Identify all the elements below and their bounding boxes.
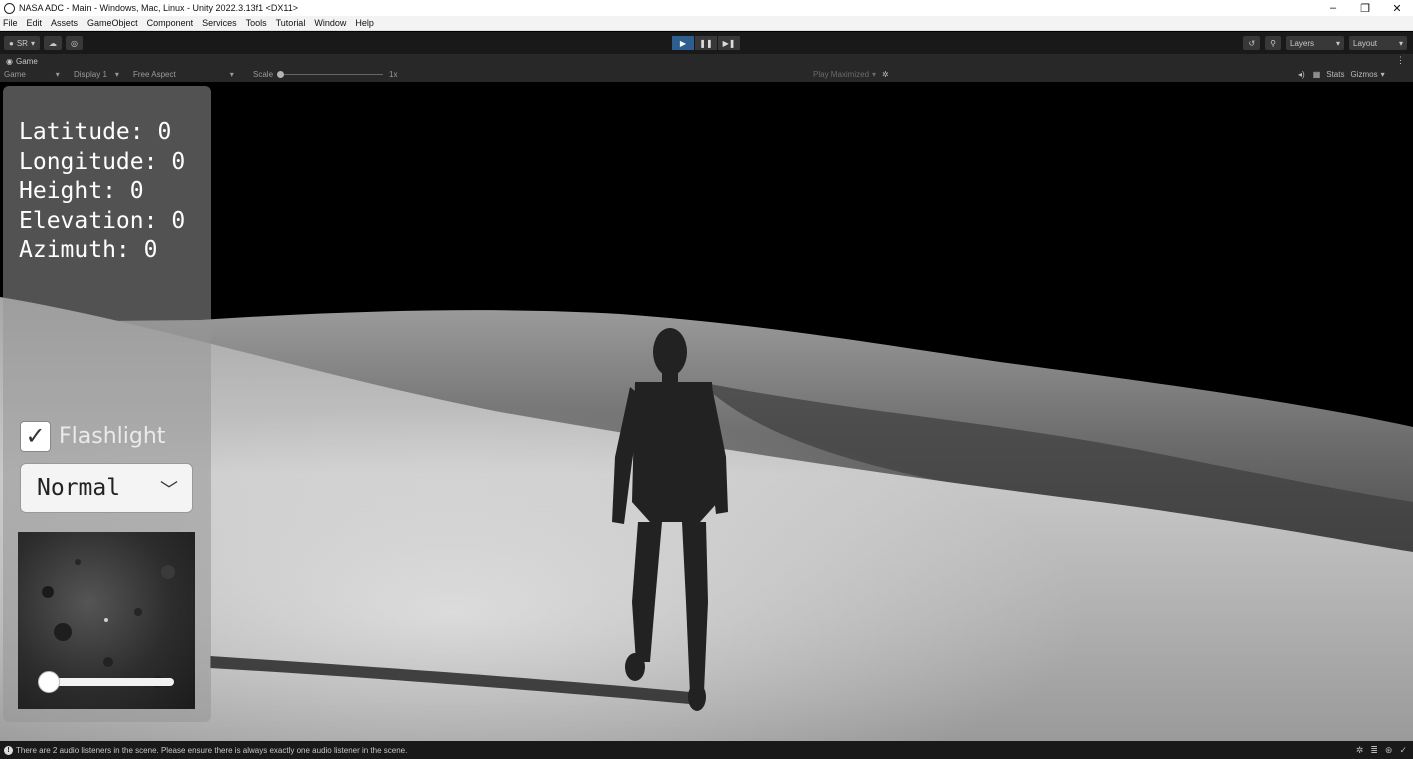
title-bar: NASA ADC - Main - Windows, Mac, Linux - … <box>0 0 1413 16</box>
pause-button[interactable]: ❚❚ <box>695 36 717 50</box>
chevron-down-icon: ﹀ <box>160 480 178 501</box>
info-icon: ! <box>4 745 13 755</box>
aspect-select[interactable]: Free Aspect ▾ <box>133 70 234 79</box>
menu-help[interactable]: Help <box>355 18 374 28</box>
scale-slider[interactable] <box>277 71 384 78</box>
collab-button[interactable]: ◎ <box>65 36 83 50</box>
play-maximized-dropdown[interactable]: Play Maximized ▾ ✲ <box>813 70 889 79</box>
cloud-button[interactable]: ☁ <box>43 36 62 50</box>
cloud-icon: ☁ <box>48 38 57 48</box>
menu-component[interactable]: Component <box>147 18 194 28</box>
minimap-zoom-slider[interactable] <box>38 671 176 693</box>
menu-gameobject[interactable]: GameObject <box>87 18 138 28</box>
step-button[interactable]: ▶❚ <box>718 36 740 50</box>
layout-dropdown[interactable]: Layout ▾ <box>1349 36 1407 50</box>
stats-button[interactable]: Stats <box>1326 70 1344 79</box>
debug-icon[interactable]: ✲ <box>1356 745 1364 756</box>
menu-tutorial[interactable]: Tutorial <box>276 18 306 28</box>
display-select[interactable]: Display 1 ▾ <box>74 70 119 79</box>
unity-toolbar: ● SR ▾ ☁ ◎ ▶ ❚❚ ▶❚ ↺ ⚲ Layers ▾ Layout ▾ <box>0 32 1413 54</box>
longitude-readout: Longitude: 0 <box>19 148 186 175</box>
azimuth-readout: Azimuth: 0 <box>19 237 158 263</box>
playmode-controls: ▶ ❚❚ ▶❚ <box>672 36 740 50</box>
account-dropdown[interactable]: ● SR ▾ <box>4 36 40 50</box>
slider-knob[interactable] <box>38 671 60 693</box>
window-controls: – ❐ ✕ <box>1317 0 1413 16</box>
network-icon[interactable]: ⊛ <box>1385 745 1393 756</box>
check-circle-icon[interactable]: ✓ <box>1399 745 1407 756</box>
checkmark-icon: ✓ <box>25 423 46 450</box>
lunar-scene <box>0 282 1413 741</box>
menu-window[interactable]: Window <box>314 18 346 28</box>
menu-file[interactable]: File <box>3 18 18 28</box>
history-icon: ↺ <box>1248 38 1256 48</box>
audio-mute-icon[interactable]: ◂) <box>1298 70 1305 79</box>
step-icon: ▶❚ <box>722 38 736 48</box>
aspect-select-label: Free Aspect <box>133 70 176 79</box>
menu-edit[interactable]: Edit <box>27 18 43 28</box>
display-select-label: Display 1 <box>74 70 107 79</box>
play-icon: ▶ <box>679 38 687 48</box>
slider-track[interactable] <box>46 678 174 686</box>
chevron-down-icon[interactable]: ▾ <box>1381 70 1385 79</box>
layers-label: Layers <box>1290 38 1315 48</box>
game-tab-bar: ◉ Game ⋮ <box>0 54 1413 68</box>
chevron-down-icon: ▾ <box>1335 38 1340 48</box>
view-select[interactable]: Game ▾ <box>4 70 60 79</box>
chevron-down-icon: ▾ <box>872 70 877 79</box>
history-button[interactable]: ↺ <box>1243 36 1261 50</box>
height-readout: Height: 0 <box>19 178 144 204</box>
flashlight-toggle[interactable]: ✓ Flashlight <box>20 421 165 452</box>
chevron-down-icon: ▾ <box>1398 38 1403 48</box>
status-message[interactable]: There are 2 audio listeners in the scene… <box>16 746 407 755</box>
menu-assets[interactable]: Assets <box>51 18 78 28</box>
latitude-readout: Latitude: 0 <box>19 119 172 145</box>
menu-tools[interactable]: Tools <box>246 18 267 28</box>
scale-slider-knob[interactable] <box>277 71 285 78</box>
play-maximized-label: Play Maximized <box>813 70 870 79</box>
database-icon[interactable]: ≣ <box>1370 745 1378 756</box>
account-icon: ● <box>9 38 14 48</box>
menu-services[interactable]: Services <box>202 18 237 28</box>
status-bar: ! There are 2 audio listeners in the sce… <box>0 741 1413 759</box>
minimize-button[interactable]: – <box>1317 0 1349 16</box>
mode-dropdown-value: Normal <box>37 475 121 501</box>
chevron-down-icon: ▾ <box>55 70 60 79</box>
mode-dropdown[interactable]: Normal ﹀ <box>20 463 193 513</box>
gizmos-button[interactable]: Gizmos <box>1350 70 1377 79</box>
game-controller-icon: ◉ <box>6 56 13 66</box>
chevron-down-icon: ▾ <box>30 38 35 48</box>
scale-value: 1x <box>389 70 398 79</box>
search-icon: ⚲ <box>1270 38 1276 48</box>
game-viewport[interactable] <box>0 82 1413 741</box>
scale-control[interactable]: Scale 1x <box>253 70 397 79</box>
layers-dropdown[interactable]: Layers ▾ <box>1286 36 1344 50</box>
window-title: NASA ADC - Main - Windows, Mac, Linux - … <box>19 3 298 13</box>
settings-icon: ◎ <box>70 38 78 48</box>
more-options-icon[interactable]: ⋮ <box>1396 55 1405 66</box>
game-view-controls: Game ▾ Display 1 ▾ Free Aspect ▾ Scale 1… <box>0 68 1413 82</box>
pause-icon: ❚❚ <box>699 38 713 48</box>
restore-button[interactable]: ❐ <box>1349 0 1381 16</box>
unity-logo-icon <box>4 2 15 14</box>
layout-label: Layout <box>1353 38 1378 48</box>
elevation-readout: Elevation: 0 <box>19 207 186 234</box>
coordinates-readout: Latitude: 0 Longitude: 0 Height: 0 Eleva… <box>19 118 185 266</box>
play-button[interactable]: ▶ <box>672 36 694 50</box>
menu-bar: File Edit Assets GameObject Component Se… <box>0 16 1413 31</box>
account-label: SR <box>16 38 28 48</box>
flashlight-label: Flashlight <box>59 424 166 449</box>
tab-game[interactable]: Game <box>16 57 38 66</box>
search-button[interactable]: ⚲ <box>1265 36 1281 50</box>
flashlight-checkbox[interactable]: ✓ <box>20 421 51 452</box>
chevron-down-icon: ▾ <box>114 70 119 79</box>
bug-icon[interactable]: ✲ <box>882 70 889 79</box>
close-button[interactable]: ✕ <box>1381 0 1413 16</box>
scale-label: Scale <box>253 70 274 79</box>
chevron-down-icon: ▾ <box>229 70 234 79</box>
view-select-label: Game <box>4 70 26 79</box>
keyboard-icon[interactable]: ▦ <box>1313 70 1321 79</box>
